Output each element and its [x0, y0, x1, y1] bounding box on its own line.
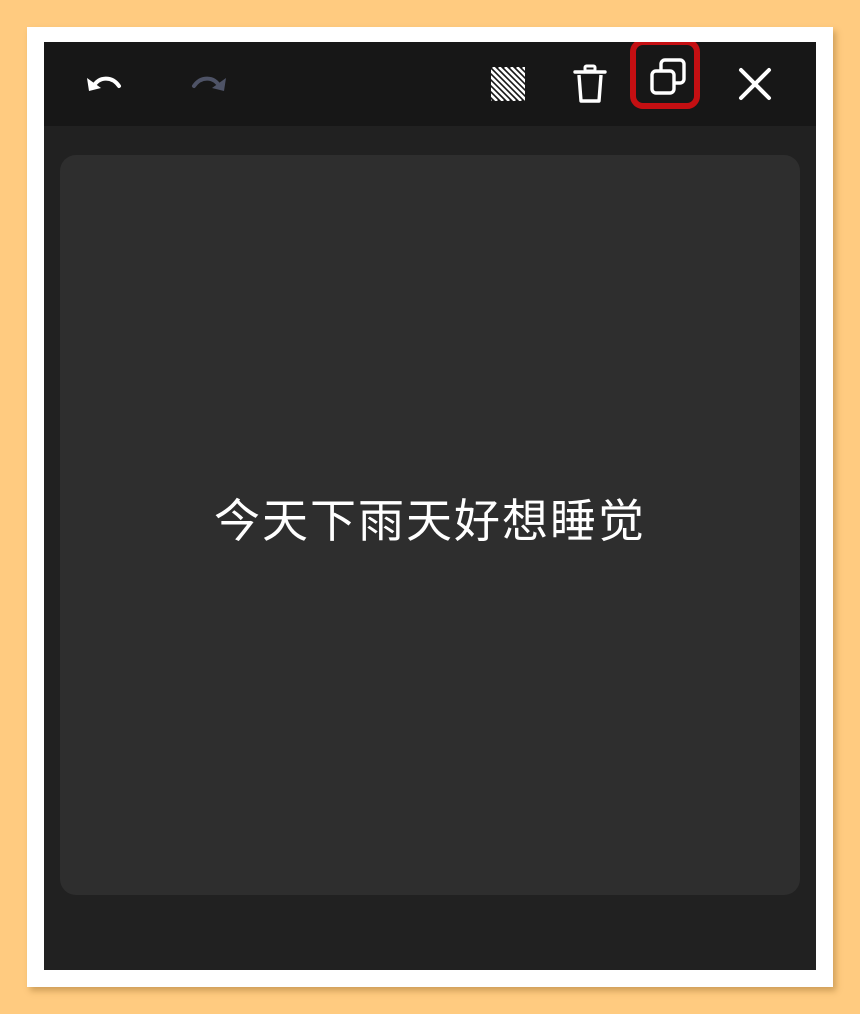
canvas-text[interactable]: 今天下雨天好想睡觉: [214, 485, 646, 551]
duplicate-icon: [650, 58, 686, 95]
undo-button[interactable]: [74, 54, 134, 114]
delete-button[interactable]: [560, 54, 620, 114]
undo-icon: [87, 76, 121, 91]
close-icon: [739, 68, 771, 100]
close-button[interactable]: [725, 54, 785, 114]
screenshot-frame: 今天下雨天好想睡觉: [27, 27, 833, 987]
trash-icon: [573, 64, 607, 103]
editor-window: 今天下雨天好想睡觉: [44, 42, 816, 970]
pattern-button[interactable]: [478, 54, 538, 114]
redo-icon: [192, 76, 226, 91]
duplicate-button[interactable]: [628, 42, 708, 117]
editor-toolbar: [44, 42, 816, 126]
hatch-pattern-icon: [491, 67, 525, 101]
text-canvas[interactable]: 今天下雨天好想睡觉: [60, 155, 800, 895]
redo-button[interactable]: [179, 54, 239, 114]
